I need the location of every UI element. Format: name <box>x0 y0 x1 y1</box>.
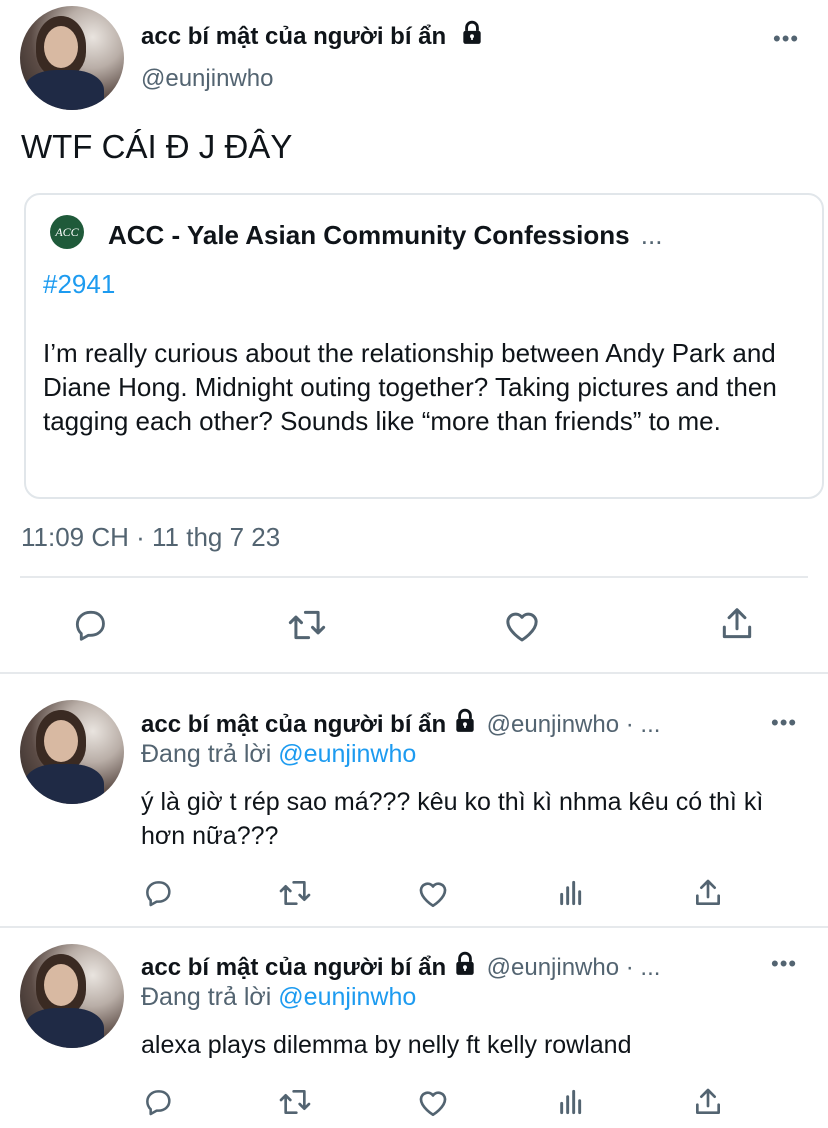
avatar-face <box>44 720 78 762</box>
avatar[interactable] <box>20 944 124 1048</box>
replying-prefix: Đang trả lời <box>141 983 272 1011</box>
divider <box>0 672 828 674</box>
avatar[interactable] <box>20 6 124 110</box>
like-icon[interactable] <box>502 606 542 644</box>
author-handle[interactable]: @eunjinwho · ... <box>487 711 661 738</box>
quote-hashtag[interactable]: #2941 <box>43 269 115 300</box>
reply-text: alexa plays dilemma by nelly ft kelly ro… <box>141 1031 632 1059</box>
timestamp[interactable]: 11:09 CH · 11 thg 7 23 <box>21 522 280 553</box>
retweet-icon[interactable] <box>277 1086 313 1118</box>
like-icon[interactable] <box>416 877 450 909</box>
quote-logo: ACC <box>50 215 84 249</box>
lock-icon <box>459 20 485 53</box>
retweet-icon[interactable] <box>286 606 328 644</box>
reply-icon[interactable] <box>71 606 109 644</box>
author-name[interactable]: acc bí mật của người bí ẩn <box>141 20 485 53</box>
reply-icon[interactable] <box>142 877 174 909</box>
replying-to: Đang trả lời @eunjinwho <box>141 740 416 769</box>
tweet-text: WTF CÁI Đ J ĐÂY <box>21 128 293 165</box>
reply-header: acc bí mật của người bí ẩn @eunjinwho · … <box>141 951 660 982</box>
replying-to-handle[interactable]: @eunjinwho <box>278 740 416 768</box>
lock-icon <box>452 951 478 982</box>
share-icon[interactable] <box>692 1085 724 1119</box>
lock-icon <box>452 708 478 739</box>
author-handle[interactable]: @eunjinwho <box>141 65 273 93</box>
share-icon[interactable] <box>692 876 724 910</box>
quote-ellipsis: ... <box>640 220 663 250</box>
replying-to-handle[interactable]: @eunjinwho <box>278 983 416 1011</box>
replying-prefix: Đang trả lời <box>141 740 272 768</box>
divider <box>0 926 828 928</box>
author-handle[interactable]: @eunjinwho · ... <box>487 954 661 981</box>
share-icon[interactable] <box>718 604 756 644</box>
avatar-body <box>24 70 104 110</box>
views-icon[interactable] <box>555 1086 587 1118</box>
views-icon[interactable] <box>555 877 587 909</box>
quote-account-name: ACC - Yale Asian Community Confessions .… <box>108 220 663 250</box>
divider <box>20 576 808 578</box>
like-icon[interactable] <box>416 1086 450 1118</box>
more-icon[interactable]: ••• <box>771 951 797 977</box>
quoted-tweet-card[interactable]: ACC ACC - Yale Asian Community Confessio… <box>24 193 824 499</box>
reply-header: acc bí mật của người bí ẩn @eunjinwho · … <box>141 708 660 739</box>
author-name[interactable]: acc bí mật của người bí ẩn <box>141 711 446 738</box>
retweet-icon[interactable] <box>277 877 313 909</box>
reply-icon[interactable] <box>142 1086 174 1118</box>
replying-to: Đang trả lời @eunjinwho <box>141 983 416 1012</box>
reply-text: ý là giờ t rép sao má??? kêu ko thì kì n… <box>141 788 764 850</box>
avatar[interactable] <box>20 700 124 804</box>
logo-text: ACC <box>55 225 79 239</box>
avatar-body <box>24 1008 104 1048</box>
more-icon[interactable]: ••• <box>773 26 799 52</box>
more-icon[interactable]: ••• <box>771 710 797 736</box>
quote-body: I’m really curious about the relationshi… <box>43 338 777 436</box>
author-name[interactable]: acc bí mật của người bí ẩn <box>141 954 446 981</box>
avatar-face <box>44 26 78 68</box>
avatar-face <box>44 964 78 1006</box>
avatar-body <box>24 764 104 804</box>
